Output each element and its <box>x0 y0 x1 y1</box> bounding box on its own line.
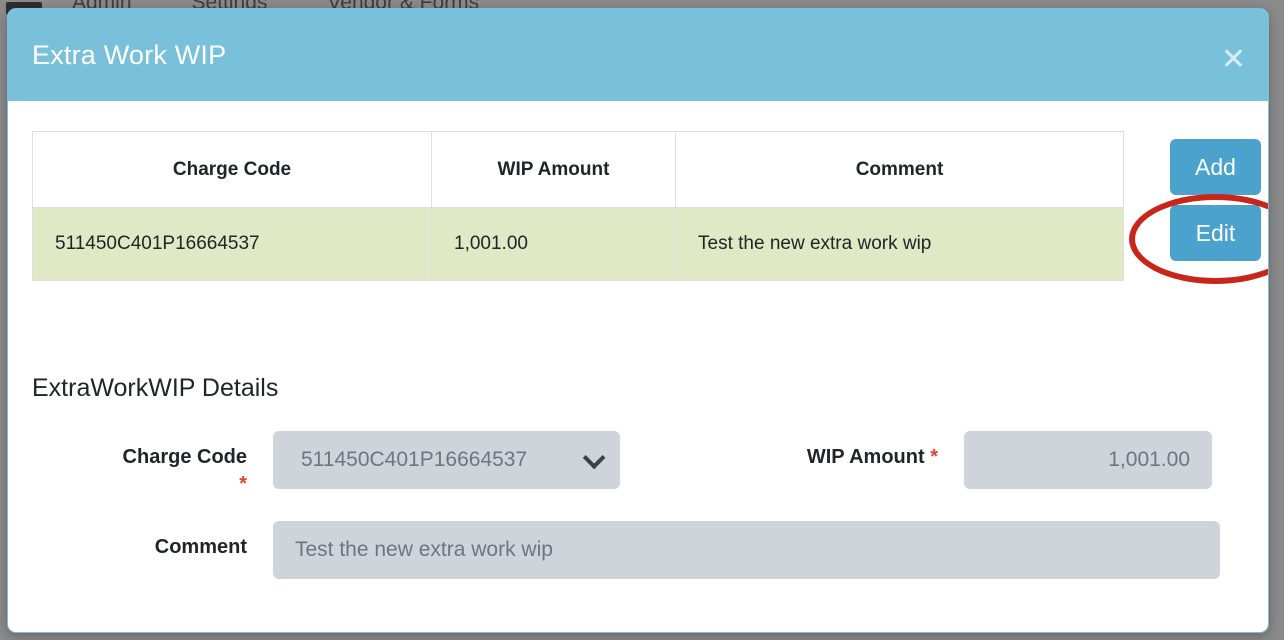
chevron-down-icon <box>583 447 606 470</box>
column-header-comment[interactable]: Comment <box>676 132 1124 208</box>
cell-charge-code[interactable]: 511450C401P16664537 <box>33 208 432 281</box>
required-marker-charge-code: * <box>239 473 247 495</box>
table-header-row: Charge Code WIP Amount Comment <box>33 132 1124 208</box>
extra-work-wip-modal: Extra Work WIP ✕ Charge Code WIP Amount … <box>7 8 1269 633</box>
add-button[interactable]: Add <box>1170 139 1261 195</box>
label-wip-amount: WIP Amount * <box>748 431 938 471</box>
control-comment <box>273 521 1220 579</box>
form-row-first: Charge Code * 511450C401P16664537 WIP Am… <box>32 431 1244 498</box>
details-section: ExtraWorkWIP Details Charge Code * 51145… <box>32 374 1244 579</box>
label-comment: Comment <box>32 521 247 561</box>
column-header-charge-code[interactable]: Charge Code <box>33 132 432 208</box>
label-charge-code: Charge Code * <box>32 431 247 498</box>
charge-code-select[interactable]: 511450C401P16664537 <box>273 431 620 489</box>
field-group-charge-code: Charge Code * 511450C401P16664537 <box>32 431 620 498</box>
wip-grid-area: Charge Code WIP Amount Comment 511450C40… <box>32 131 1244 281</box>
cell-wip-amount[interactable]: 1,001.00 <box>432 208 676 281</box>
details-heading: ExtraWorkWIP Details <box>32 374 1244 403</box>
charge-code-select-value: 511450C401P16664537 <box>301 448 527 472</box>
field-group-wip-amount: WIP Amount * <box>748 431 1212 489</box>
cell-comment[interactable]: Test the new extra work wip <box>676 208 1124 281</box>
table-row[interactable]: 511450C401P16664537 1,001.00 Test the ne… <box>33 208 1124 281</box>
control-wip-amount <box>964 431 1212 489</box>
form-row-second: Comment <box>32 521 1244 579</box>
field-group-comment: Comment <box>32 521 1220 579</box>
edit-button[interactable]: Edit <box>1170 205 1261 261</box>
grid-action-buttons: Add Edit <box>1170 139 1261 261</box>
modal-header: Extra Work WIP ✕ <box>8 9 1268 101</box>
close-icon[interactable]: ✕ <box>1221 45 1246 75</box>
extra-work-wip-table: Charge Code WIP Amount Comment 511450C40… <box>32 131 1124 281</box>
column-header-wip-amount[interactable]: WIP Amount <box>432 132 676 208</box>
modal-body: Charge Code WIP Amount Comment 511450C40… <box>8 101 1268 632</box>
wip-amount-input[interactable] <box>964 431 1212 489</box>
comment-input[interactable] <box>273 521 1220 579</box>
required-marker-wip-amount: * <box>930 446 938 468</box>
control-charge-code: 511450C401P16664537 <box>273 431 620 489</box>
modal-title: Extra Work WIP <box>32 40 226 71</box>
